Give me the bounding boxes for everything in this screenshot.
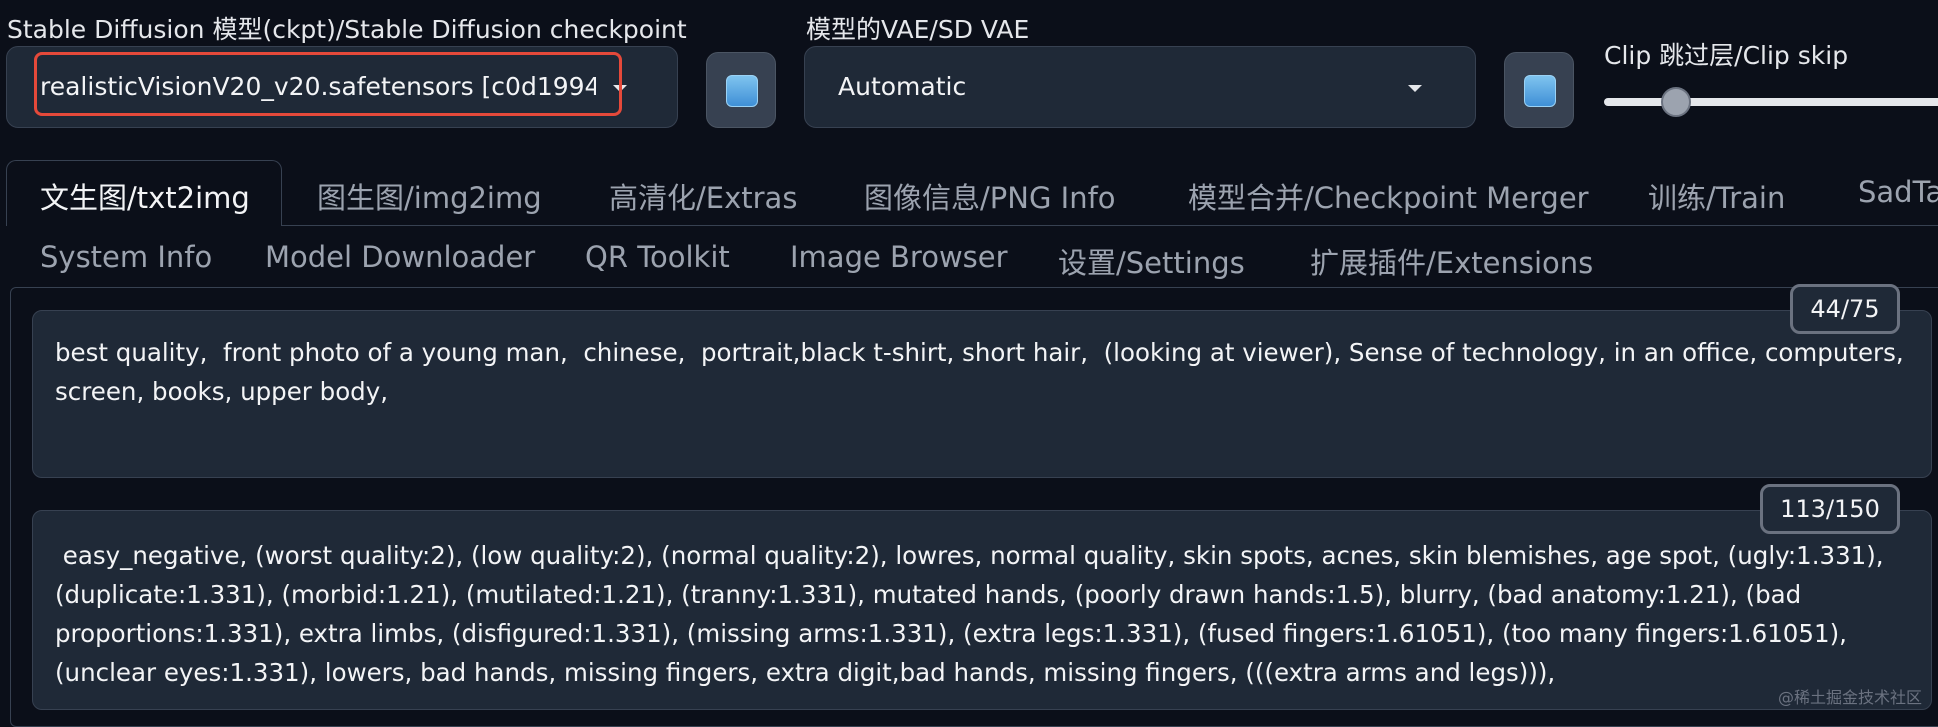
tab-sadtalker[interactable]: SadTa [1858,175,1938,209]
refresh-vae-button[interactable] [1504,52,1574,128]
refresh-icon [1524,75,1556,107]
tab-png-info[interactable]: 图像信息/PNG Info [864,175,1116,217]
tab-settings[interactable]: 设置/Settings [1058,240,1245,282]
prompt-token-counter: 44/75 [1790,284,1900,334]
tab-img2img[interactable]: 图生图/img2img [317,175,542,217]
chevron-down-icon [1408,85,1422,92]
watermark: @稀土掘金技术社区 [1778,684,1922,708]
tab-checkpoint-merger[interactable]: 模型合并/Checkpoint Merger [1188,175,1589,217]
tab-extras[interactable]: 高清化/Extras [609,175,797,217]
negative-prompt-text: easy_negative, (worst quality:2), (low q… [55,536,1920,692]
refresh-icon [726,75,758,107]
clip-skip-slider-thumb[interactable] [1661,87,1691,117]
tab-image-browser[interactable]: Image Browser [790,240,1008,274]
tab-qr-toolkit[interactable]: QR Toolkit [585,240,730,274]
tab-txt2img[interactable]: 文生图/txt2img [40,175,250,217]
tab-system-info[interactable]: System Info [40,240,212,274]
clip-skip-slider[interactable] [1604,98,1938,106]
vae-label: 模型的VAE/SD VAE [806,10,1029,46]
vae-dropdown[interactable]: Automatic [804,46,1476,128]
tab-extensions[interactable]: 扩展插件/Extensions [1310,240,1593,282]
checkpoint-label: Stable Diffusion 模型(ckpt)/Stable Diffusi… [7,10,687,46]
tab-train[interactable]: 训练/Train [1648,175,1785,217]
prompt-text: best quality, front photo of a young man… [55,333,1905,411]
negative-prompt-textarea[interactable]: easy_negative, (worst quality:2), (low q… [32,510,1932,710]
tab-row-divider [282,225,1938,226]
vae-value: Automatic [838,72,1338,101]
prompt-textarea[interactable]: best quality, front photo of a young man… [32,310,1932,478]
refresh-checkpoint-button[interactable] [706,52,776,128]
clip-skip-label: Clip 跳过层/Clip skip [1604,36,1848,72]
tab-model-downloader[interactable]: Model Downloader [265,240,535,274]
negative-prompt-token-counter: 113/150 [1760,484,1900,534]
checkpoint-highlight [34,52,622,116]
